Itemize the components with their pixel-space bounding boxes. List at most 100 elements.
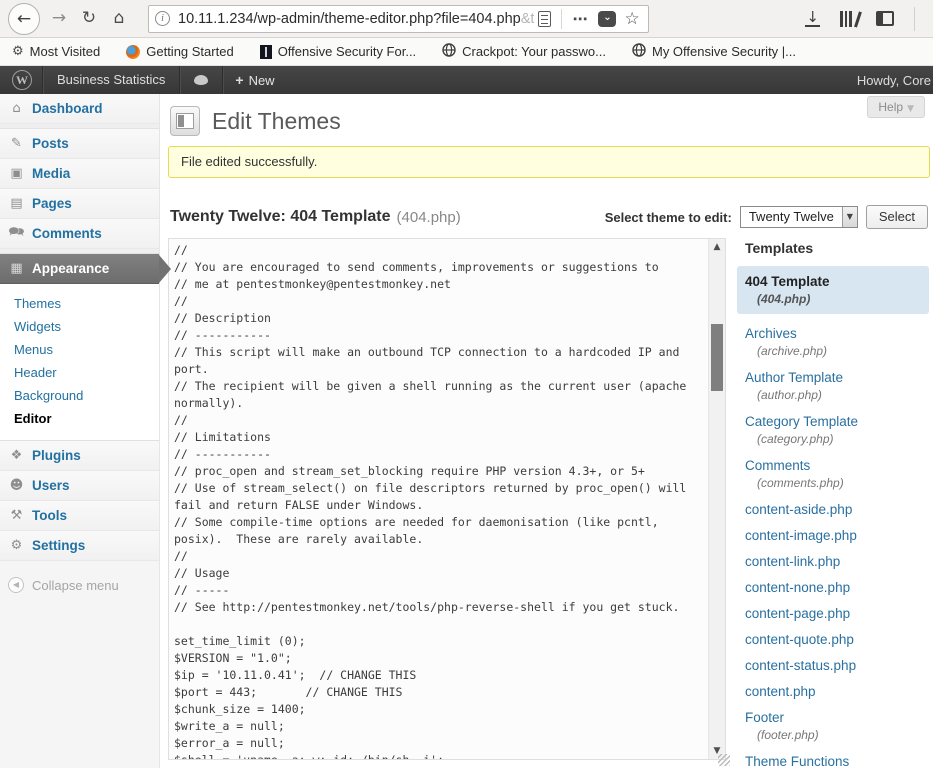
appearance-icon: ▦ bbox=[8, 261, 25, 276]
globe-icon bbox=[632, 43, 646, 60]
toolbar-edge-divider bbox=[914, 7, 915, 31]
textarea-resize-grip[interactable] bbox=[718, 754, 730, 766]
sidebar-item-plugins[interactable]: ❖ Plugins bbox=[0, 441, 159, 471]
bookmark-most-visited[interactable]: ⚙ Most Visited bbox=[12, 44, 100, 59]
reader-mode-icon[interactable] bbox=[538, 11, 551, 27]
template-item-content-quote[interactable]: content-quote.php bbox=[737, 630, 929, 649]
template-item-footer[interactable]: Footer (footer.php) bbox=[737, 708, 929, 743]
sidebar-toggle-icon[interactable] bbox=[876, 11, 894, 26]
sidebar-item-appearance[interactable]: ▦ Appearance bbox=[0, 254, 159, 284]
dropdown-arrow-icon: ▼ bbox=[842, 207, 857, 227]
comments-menu[interactable] bbox=[180, 66, 222, 94]
main-content: Help▼ Edit Themes File edited successful… bbox=[160, 94, 933, 768]
home-button[interactable]: ⌂ bbox=[104, 4, 134, 34]
firefox-icon bbox=[126, 45, 140, 59]
site-info-icon[interactable]: i bbox=[155, 11, 170, 26]
sidebar-item-users[interactable]: ☻ Users bbox=[0, 471, 159, 501]
editor-scrollbar[interactable]: ▲ ▼ bbox=[708, 239, 725, 759]
sidebar-item-pages[interactable]: ▤ Pages bbox=[0, 189, 159, 219]
pocket-icon[interactable]: ⌄ bbox=[598, 11, 616, 27]
sidebar-item-posts[interactable]: ✎ Posts bbox=[0, 129, 159, 159]
edit-themes-icon bbox=[170, 106, 200, 136]
collapse-menu-button[interactable]: ◀ Collapse menu bbox=[0, 577, 159, 593]
submenu-item-editor[interactable]: Editor bbox=[0, 407, 159, 430]
scrollbar-thumb[interactable] bbox=[711, 324, 723, 391]
bookmark-getting-started[interactable]: Getting Started bbox=[126, 44, 233, 59]
template-item-content-link[interactable]: content-link.php bbox=[737, 552, 929, 571]
template-item-author[interactable]: Author Template (author.php) bbox=[737, 368, 929, 403]
collapse-menu-label: Collapse menu bbox=[32, 578, 119, 593]
template-item-theme-functions[interactable]: Theme Functions (functions.php) bbox=[737, 752, 929, 768]
submenu-item-background[interactable]: Background bbox=[0, 384, 159, 407]
bookmark-label: Offensive Security For... bbox=[278, 44, 416, 59]
submenu-item-menus[interactable]: Menus bbox=[0, 338, 159, 361]
sidebar-item-label: Pages bbox=[32, 196, 72, 211]
sidebar-item-settings[interactable]: ⚙ Settings bbox=[0, 531, 159, 561]
downloads-icon[interactable]: ↓ bbox=[805, 10, 820, 27]
template-item-content-aside[interactable]: content-aside.php bbox=[737, 500, 929, 519]
theme-picker: Select theme to edit: Twenty Twelve ▼ Se… bbox=[605, 205, 928, 229]
template-item-content-status[interactable]: content-status.php bbox=[737, 656, 929, 675]
scroll-up-icon[interactable]: ▲ bbox=[709, 239, 725, 255]
template-item-content-image[interactable]: content-image.php bbox=[737, 526, 929, 545]
pages-icon: ▤ bbox=[8, 196, 25, 211]
template-name: Archives bbox=[745, 324, 929, 343]
template-name: 404 Template bbox=[745, 272, 921, 291]
templates-panel: Templates 404 Template (404.php) Archive… bbox=[737, 240, 929, 768]
bookmark-star-icon[interactable]: ☆ bbox=[622, 9, 641, 29]
sidebar-item-tools[interactable]: ⚒ Tools bbox=[0, 501, 159, 531]
theme-select-dropdown[interactable]: Twenty Twelve ▼ bbox=[740, 206, 858, 228]
site-name-menu[interactable]: Business Statistics bbox=[43, 66, 179, 94]
help-label: Help bbox=[878, 100, 903, 114]
comment-bubble-icon bbox=[194, 75, 208, 85]
bookmark-offensive-security-forums[interactable]: Offensive Security For... bbox=[260, 44, 416, 59]
submenu-item-widgets[interactable]: Widgets bbox=[0, 315, 159, 338]
new-content-menu[interactable]: +New bbox=[223, 66, 286, 94]
wp-admin-menu: ⌂ Dashboard ✎ Posts ▣ Media ▤ Pages 🗪︎ C… bbox=[0, 94, 160, 768]
plus-icon: + bbox=[235, 72, 243, 88]
file-name: (404.php) bbox=[397, 209, 461, 226]
sidebar-item-dashboard[interactable]: ⌂ Dashboard bbox=[0, 94, 159, 124]
sidebar-item-media[interactable]: ▣ Media bbox=[0, 159, 159, 189]
sidebar-item-label: Users bbox=[32, 478, 70, 493]
forward-button[interactable]: → bbox=[44, 4, 74, 34]
url-bar[interactable]: i 10.11.1.234/wp-admin/theme-editor.php?… bbox=[148, 5, 649, 33]
url-main: 10.11.1.234/wp-admin/theme-editor.php?fi… bbox=[178, 11, 521, 27]
select-theme-button[interactable]: Select bbox=[866, 205, 928, 229]
reload-button[interactable]: ↻ bbox=[74, 4, 104, 34]
howdy-account-menu[interactable]: Howdy, Core bbox=[857, 73, 933, 88]
bookmark-my-offensive-security[interactable]: My Offensive Security |... bbox=[632, 43, 796, 60]
help-button[interactable]: Help▼ bbox=[867, 96, 925, 118]
template-item-comments[interactable]: Comments (comments.php) bbox=[737, 456, 929, 491]
bookmarks-bar: ⚙ Most Visited Getting Started Offensive… bbox=[0, 38, 933, 66]
bookmark-crackpot[interactable]: Crackpot: Your passwo... bbox=[442, 43, 606, 60]
wordpress-logo-icon[interactable]: W bbox=[12, 70, 32, 90]
url-text[interactable]: 10.11.1.234/wp-admin/theme-editor.php?fi… bbox=[178, 11, 534, 27]
page-actions-icon[interactable]: ⋯ bbox=[568, 10, 592, 28]
select-theme-label: Select theme to edit: bbox=[605, 210, 732, 225]
back-button[interactable]: ← bbox=[8, 3, 40, 35]
most-visited-icon: ⚙ bbox=[12, 44, 24, 59]
library-icon[interactable] bbox=[840, 11, 856, 27]
submenu-item-header[interactable]: Header bbox=[0, 361, 159, 384]
page-header: Edit Themes bbox=[170, 106, 341, 136]
template-item-archives[interactable]: Archives (archive.php) bbox=[737, 324, 929, 359]
template-item-404[interactable]: 404 Template (404.php) bbox=[737, 266, 929, 314]
users-icon: ☻ bbox=[8, 478, 25, 493]
sidebar-item-comments[interactable]: 🗪︎ Comments bbox=[0, 219, 159, 249]
template-item-content-php[interactable]: content.php bbox=[737, 682, 929, 701]
theme-code-textarea[interactable]: // // You are encouraged to send comment… bbox=[168, 238, 726, 760]
posts-icon: ✎ bbox=[8, 136, 25, 151]
template-item-category[interactable]: Category Template (category.php) bbox=[737, 412, 929, 447]
comments-icon: 🗪︎ bbox=[8, 223, 25, 245]
template-item-content-page[interactable]: content-page.php bbox=[737, 604, 929, 623]
submenu-item-themes[interactable]: Themes bbox=[0, 292, 159, 315]
template-name: content-page.php bbox=[745, 604, 929, 623]
browser-toolbar: ← → ↻ ⌂ i 10.11.1.234/wp-admin/theme-edi… bbox=[0, 0, 933, 38]
template-item-content-none[interactable]: content-none.php bbox=[737, 578, 929, 597]
template-name: content-quote.php bbox=[745, 630, 929, 649]
urlbar-divider bbox=[561, 9, 562, 29]
page-title: Edit Themes bbox=[212, 108, 341, 135]
wp-admin-bar: W Business Statistics +New Howdy, Core bbox=[0, 66, 933, 94]
sidebar-item-label: Media bbox=[32, 166, 70, 181]
